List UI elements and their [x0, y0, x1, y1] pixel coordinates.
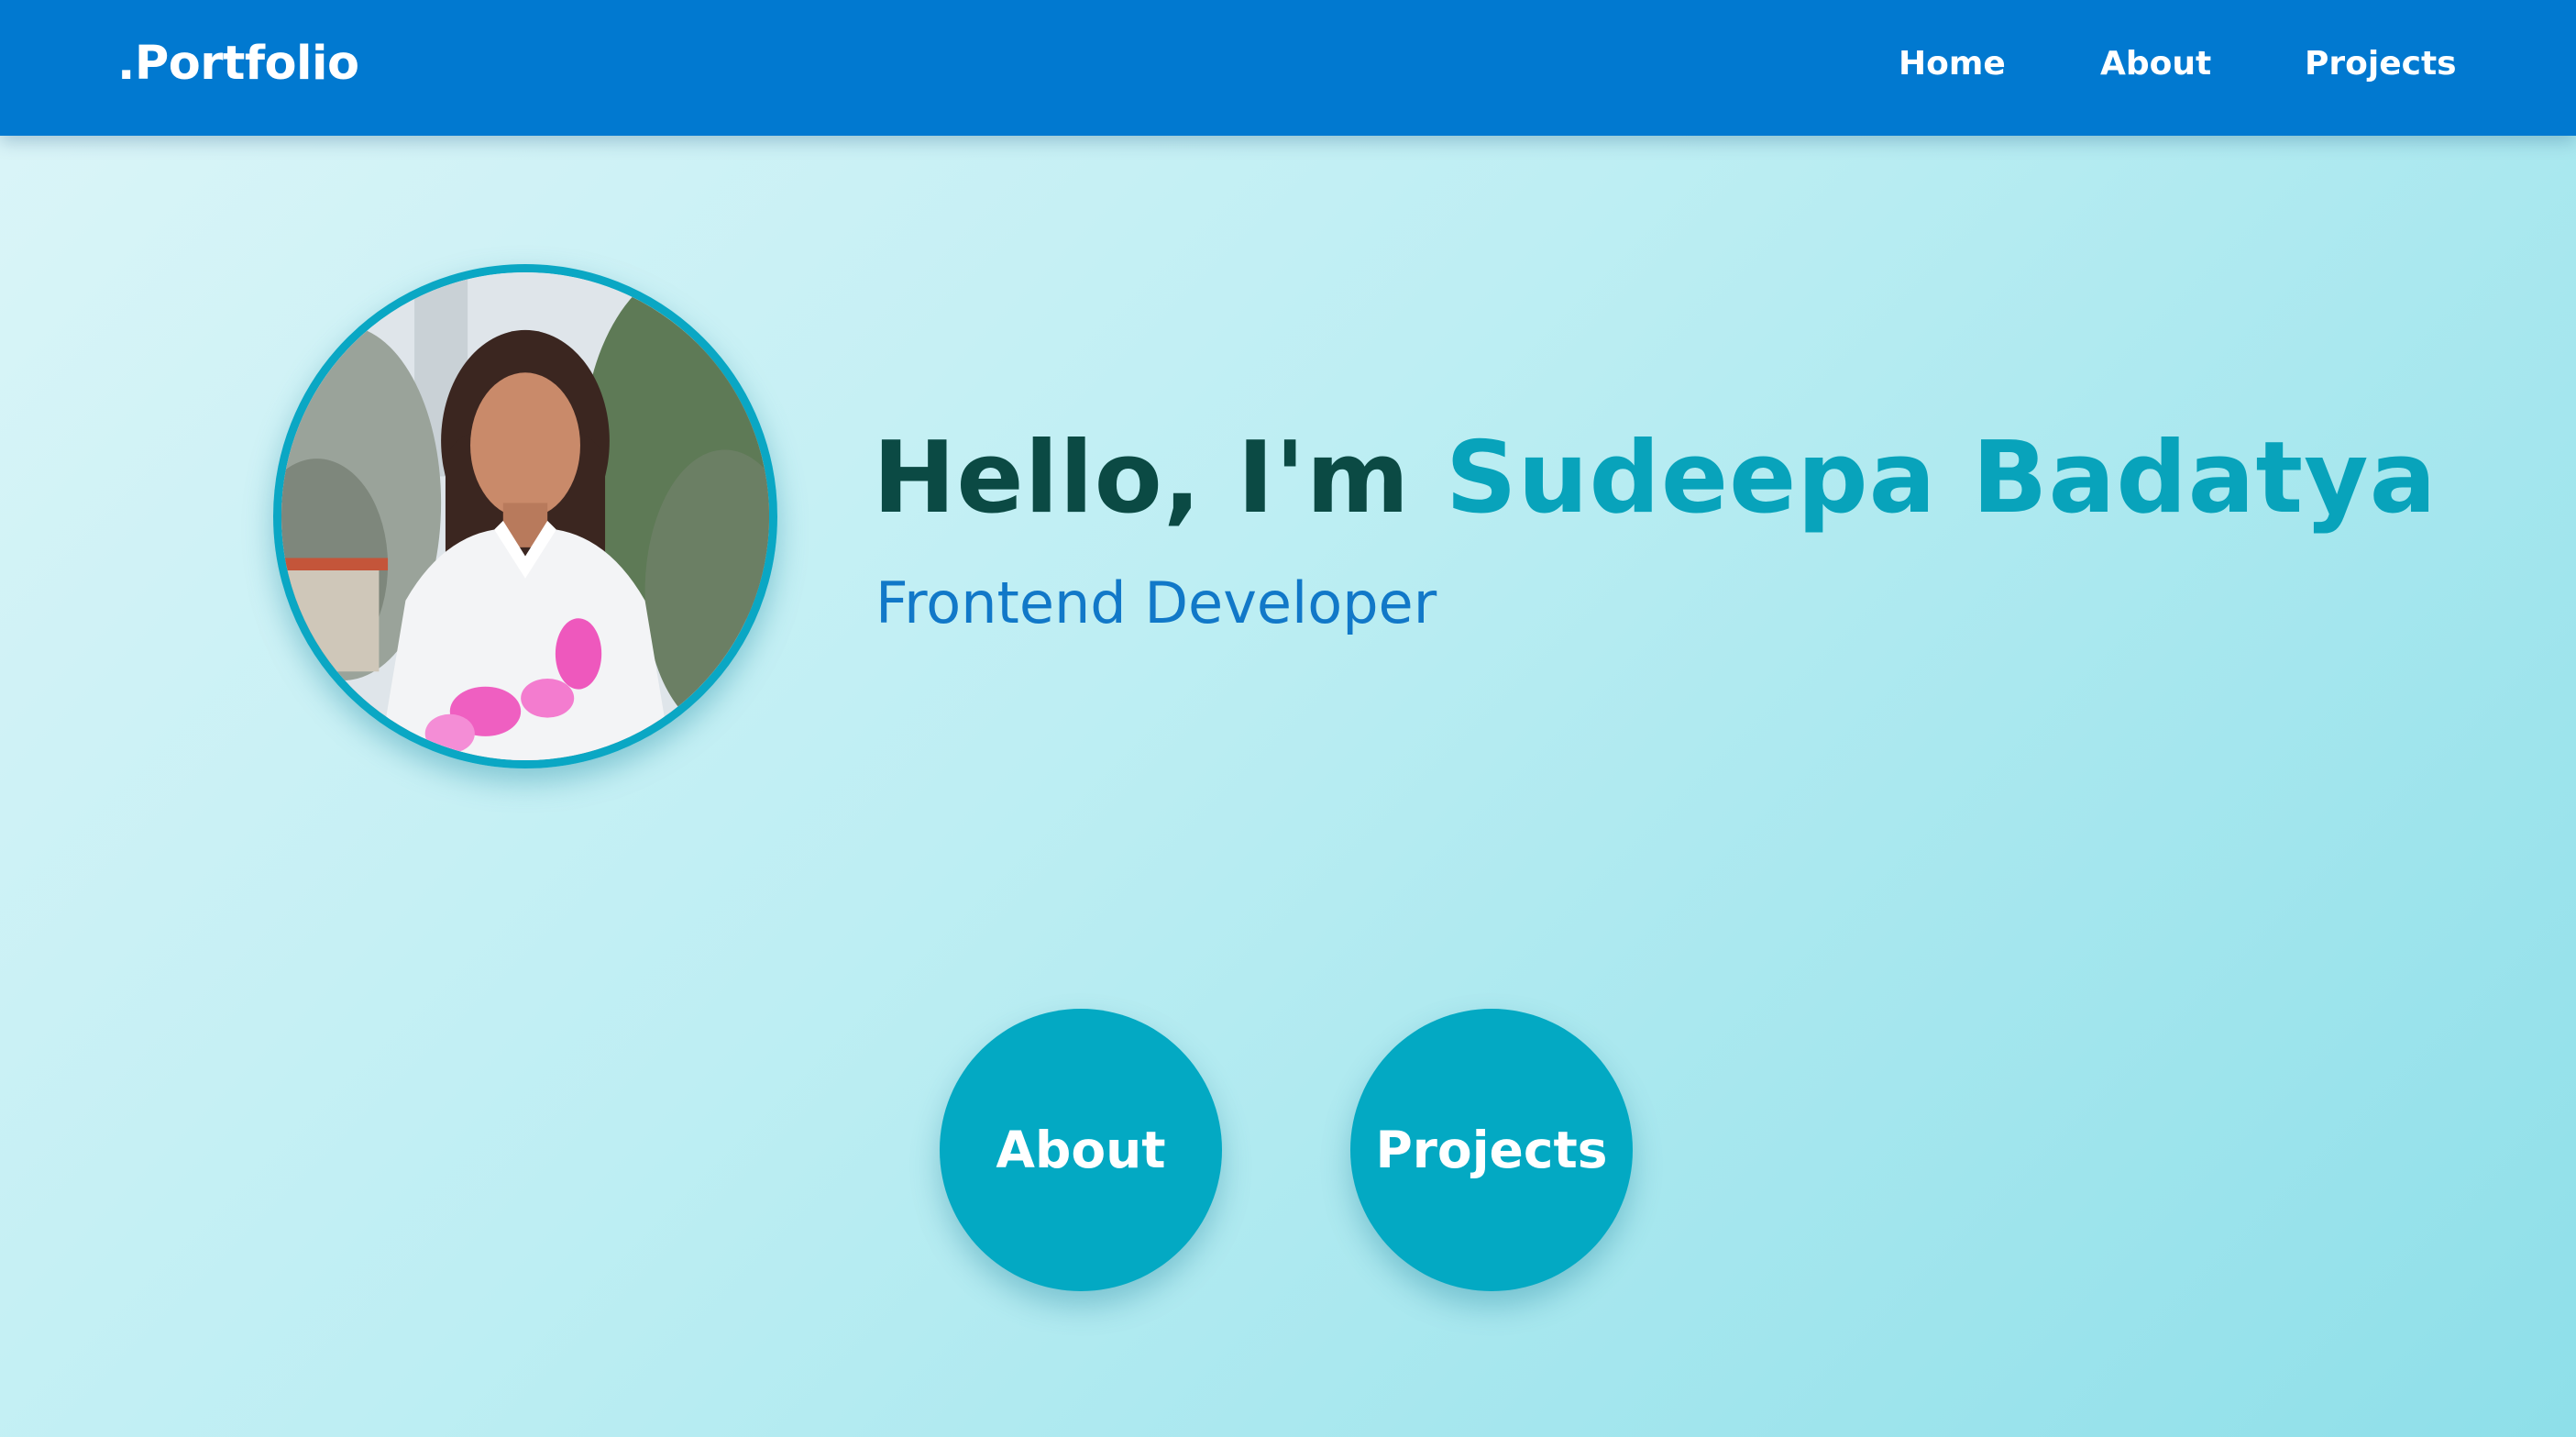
hero-role: Frontend Developer [875, 569, 1437, 636]
profile-photo [273, 264, 777, 768]
brand-logo[interactable]: .Portfolio [117, 31, 359, 97]
profile-photo-illustration [281, 272, 769, 760]
hero-greeting: Hello, I'm Sudeepa Badatya [873, 424, 2437, 534]
projects-button[interactable]: Projects [1350, 1009, 1633, 1291]
nav-link-about[interactable]: About [2100, 37, 2211, 92]
nav-link-projects[interactable]: Projects [2305, 37, 2457, 92]
top-navbar: .Portfolio Home About Projects [0, 0, 2576, 136]
about-button[interactable]: About [940, 1009, 1222, 1291]
nav-link-home[interactable]: Home [1899, 37, 2006, 92]
hero-name: Sudeepa Badatya [1445, 421, 2438, 536]
greeting-prefix: Hello, I'm [873, 421, 1446, 536]
